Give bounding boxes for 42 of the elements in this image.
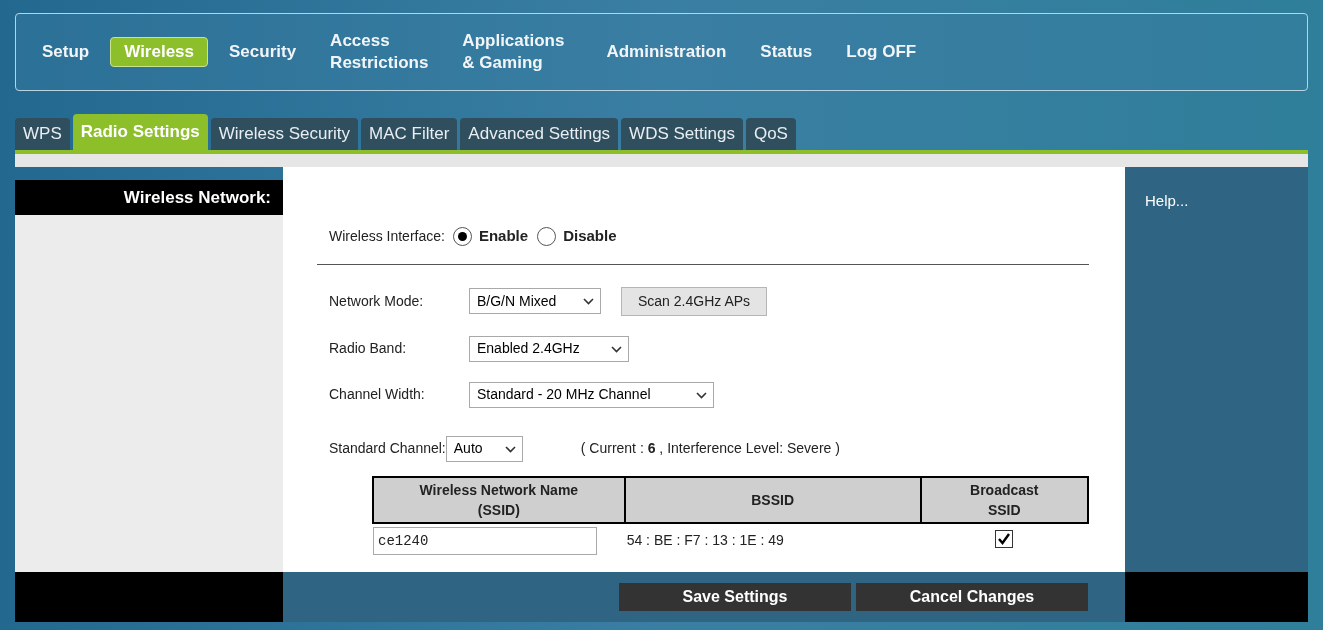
- table-cell: 54 : BE : F7 : 13 : 1E : 49: [624, 522, 921, 555]
- chevron-down-icon: [696, 390, 707, 399]
- field-label: Channel Width:: [329, 385, 426, 404]
- field-label: Wireless Interface:: [329, 226, 445, 246]
- sub-tab[interactable]: MAC Filter: [361, 118, 458, 150]
- sub-tab[interactable]: QoS: [745, 118, 796, 150]
- nav-tab[interactable]: Access Restrictions: [317, 27, 442, 77]
- sub-tab[interactable]: Advanced Settings: [460, 118, 619, 150]
- column-header: BSSID: [624, 476, 921, 523]
- nav-tab[interactable]: Applications & Gaming: [449, 27, 578, 77]
- channel-width-select[interactable]: Standard - 20 MHz Channel: [469, 381, 714, 408]
- nav-tab[interactable]: Log OFF: [833, 38, 930, 66]
- ssid-input[interactable]: ce1240: [373, 526, 597, 555]
- channel-select[interactable]: Auto: [445, 435, 523, 462]
- channel-status: ( Current : 6 , Interference Level: Severe ): [580, 439, 840, 458]
- radio-button[interactable]: [537, 226, 557, 246]
- sub-tab[interactable]: WDS Settings: [621, 118, 743, 150]
- radio-band-select[interactable]: Enabled 2.4GHz: [469, 335, 629, 362]
- action-button[interactable]: Cancel Changes: [856, 583, 1088, 611]
- help-link[interactable]: Help...: [1145, 192, 1189, 209]
- chevron-down-icon: [611, 344, 622, 353]
- sub-tab[interactable]: Wireless Security: [210, 118, 359, 150]
- field-label: Radio Band:: [329, 339, 408, 358]
- nav-tab[interactable]: Administration: [593, 38, 740, 66]
- sub-tab[interactable]: WPS: [15, 118, 70, 150]
- network-mode-select[interactable]: B/G/N Mixed: [469, 288, 601, 314]
- column-header: Broadcast SSID: [920, 476, 1088, 523]
- field-label: Network Mode:: [329, 291, 425, 311]
- action-button[interactable]: Save Settings: [619, 583, 851, 611]
- field-label: Standard Channel:: [329, 439, 446, 458]
- nav-tab[interactable]: Security: [216, 38, 310, 66]
- radio-label: Enable: [478, 226, 529, 246]
- radio-button[interactable]: [452, 226, 472, 246]
- checkbox[interactable]: [995, 529, 1014, 548]
- chevron-down-icon: [504, 444, 516, 453]
- nav-tab[interactable]: Setup: [29, 38, 103, 66]
- nav-tab[interactable]: Status: [747, 38, 826, 66]
- section-title: Wireless Network:: [15, 180, 283, 215]
- radio-label: Disable: [563, 226, 617, 246]
- chevron-down-icon: [583, 297, 594, 305]
- scan-button[interactable]: Scan 2.4GHz APs: [621, 286, 768, 316]
- column-header: Wireless Network Name (SSID): [373, 476, 625, 523]
